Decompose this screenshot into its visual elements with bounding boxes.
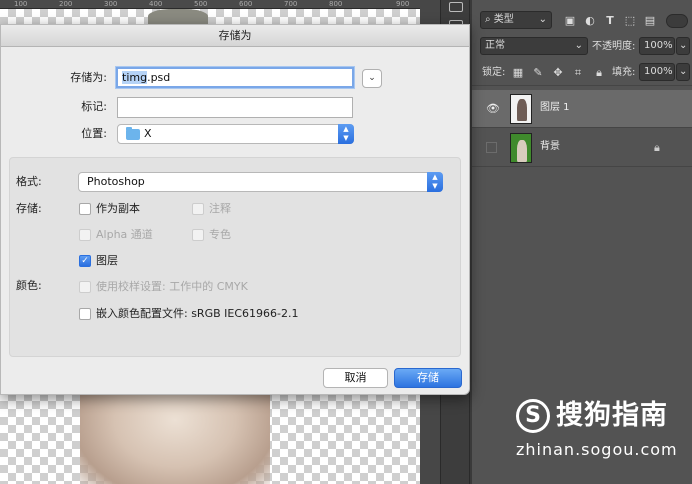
cancel-button[interactable]: 取消 xyxy=(323,368,388,388)
chevron-down-icon: ⌄ xyxy=(538,14,547,25)
popup-arrows-icon: ▲ ▼ xyxy=(427,172,443,192)
opacity-dropdown-button[interactable]: ⌄ xyxy=(676,37,690,55)
ruler-tick: 200 xyxy=(59,0,73,8)
format-select[interactable]: Photoshop ▲ ▼ xyxy=(78,172,443,192)
popup-arrows-icon: ▲ ▼ xyxy=(338,124,354,144)
save-button[interactable]: 存储 xyxy=(394,368,462,388)
dialog-title: 存储为 xyxy=(218,29,252,42)
ruler-tick: 400 xyxy=(149,0,163,8)
layer-thumbnail xyxy=(510,133,532,163)
type-filter-icon[interactable]: T xyxy=(604,15,616,27)
ruler-tick: 600 xyxy=(239,0,253,8)
chevron-down-icon: ⌄ xyxy=(679,66,688,77)
location-label: 位置: xyxy=(81,127,107,140)
chevron-down-icon: ⌄ xyxy=(679,40,688,51)
ruler-tick: 100 xyxy=(14,0,28,8)
embed-color-profile-checkbox[interactable] xyxy=(79,308,91,320)
alpha-channels-checkbox[interactable] xyxy=(79,229,91,241)
lock-image-pixels-icon[interactable]: ✎ xyxy=(532,67,544,79)
blend-opacity-row: 正常 ⌄ 不透明度: 100% ⌄ xyxy=(472,36,692,58)
blend-mode-value: 正常 xyxy=(485,40,505,51)
save-as-label: 存储为: xyxy=(70,71,107,84)
lock-all-icon[interactable]: 🔒︎ xyxy=(593,67,605,79)
opacity-input[interactable]: 100% xyxy=(639,37,675,55)
color-label: 颜色: xyxy=(16,279,42,292)
notes-label: 注释 xyxy=(209,202,231,215)
sogou-logo-icon: S xyxy=(516,399,550,433)
format-label: 格式: xyxy=(16,175,42,188)
watermark-url: zhinan.sogou.com xyxy=(516,440,678,459)
expand-dialog-button[interactable]: ⌄ xyxy=(362,69,382,88)
checkmark-icon: ✓ xyxy=(81,256,89,266)
filename-selected-text: timg xyxy=(122,71,148,84)
layer-thumbnail xyxy=(510,94,532,124)
fill-label: 填充: xyxy=(612,67,636,78)
layer-filter-select[interactable]: ⌕ 类型 ⌄ xyxy=(480,11,552,29)
fill-dropdown-button[interactable]: ⌄ xyxy=(676,63,690,81)
tags-label: 标记: xyxy=(81,100,107,113)
notes-checkbox[interactable] xyxy=(192,203,204,215)
shape-filter-icon[interactable]: ⬚ xyxy=(624,15,636,27)
chevron-down-icon: ⌄ xyxy=(368,73,376,83)
dialog-title-bar[interactable]: 存储为 xyxy=(1,25,469,47)
panel-expand-icon[interactable] xyxy=(449,2,463,12)
lock-position-icon[interactable]: ✥ xyxy=(552,67,564,79)
chevron-down-icon: ⌄ xyxy=(574,40,583,51)
lock-fill-row: 锁定: ▦ ✎ ✥ ⌗ 🔒︎ 填充: 100% ⌄ xyxy=(472,62,692,86)
folder-icon xyxy=(126,127,140,140)
horizontal-ruler: 100 200 300 400 500 600 700 800 900 xyxy=(0,0,420,9)
layer-row[interactable]: 👁︎ 图层 1 xyxy=(472,90,692,128)
blend-mode-select[interactable]: 正常 ⌄ xyxy=(480,37,588,55)
use-proof-setup-checkbox[interactable] xyxy=(79,281,91,293)
lock-label: 锁定: xyxy=(482,67,506,78)
location-select[interactable]: X ▲ ▼ xyxy=(117,124,354,144)
embed-color-profile-label: 嵌入颜色配置文件: sRGB IEC61966-2.1 xyxy=(96,307,299,320)
options-panel: 格式: Photoshop ▲ ▼ 存储: 作为副本 注释 Alpha 通道 专色… xyxy=(9,157,461,357)
ruler-tick: 300 xyxy=(104,0,118,8)
layer-name: 图层 1 xyxy=(540,102,570,113)
save-options-label: 存储: xyxy=(16,202,42,215)
filename-extension: .psd xyxy=(147,71,171,84)
layer-name: 背景 xyxy=(540,141,560,152)
tags-input[interactable] xyxy=(117,97,353,118)
ruler-tick: 700 xyxy=(284,0,298,8)
search-icon: ⌕ xyxy=(485,14,491,25)
fill-input[interactable]: 100% xyxy=(639,63,675,81)
layers-option-label: 图层 xyxy=(96,254,118,267)
layer-filter-row: ⌕ 类型 ⌄ ▣ ◐ T ⬚ ▤ xyxy=(472,10,692,32)
eye-icon[interactable]: 👁︎ xyxy=(486,103,500,115)
lock-icon: 🔒︎ xyxy=(654,141,660,154)
visibility-toggle[interactable] xyxy=(486,142,497,153)
layer-filter-value: 类型 xyxy=(493,14,514,25)
ruler-tick: 500 xyxy=(194,0,208,8)
smart-object-filter-icon[interactable]: ▤ xyxy=(644,15,656,27)
ruler-tick: 800 xyxy=(329,0,343,8)
filename-input[interactable]: timg.psd xyxy=(116,67,354,88)
ruler-tick: 900 xyxy=(396,0,410,8)
lock-transparent-pixels-icon[interactable]: ▦ xyxy=(512,67,524,79)
lock-artboard-icon[interactable]: ⌗ xyxy=(572,67,584,79)
location-value: X xyxy=(144,127,152,140)
adjustment-filter-icon[interactable]: ◐ xyxy=(584,15,596,27)
as-copy-label: 作为副本 xyxy=(96,202,140,215)
layers-checkbox[interactable]: ✓ xyxy=(79,255,91,267)
spot-colors-checkbox[interactable] xyxy=(192,229,204,241)
alpha-channels-label: Alpha 通道 xyxy=(96,228,153,241)
opacity-label: 不透明度: xyxy=(592,41,636,52)
format-value: Photoshop xyxy=(87,175,145,188)
spot-colors-label: 专色 xyxy=(209,228,231,241)
use-proof-setup-label: 使用校样设置: 工作中的 CMYK xyxy=(96,280,248,293)
photo-dress-region xyxy=(80,389,270,484)
watermark-title: 搜狗指南 xyxy=(556,400,668,431)
pixel-filter-icon[interactable]: ▣ xyxy=(564,15,576,27)
layer-row[interactable]: 背景 🔒︎ xyxy=(472,129,692,167)
save-as-dialog: 存储为 存储为: timg.psd ⌄ 标记: 位置: X ▲ ▼ 格式: Pho… xyxy=(0,24,470,395)
as-copy-checkbox[interactable] xyxy=(79,203,91,215)
filter-toggle-icon[interactable] xyxy=(666,14,688,28)
